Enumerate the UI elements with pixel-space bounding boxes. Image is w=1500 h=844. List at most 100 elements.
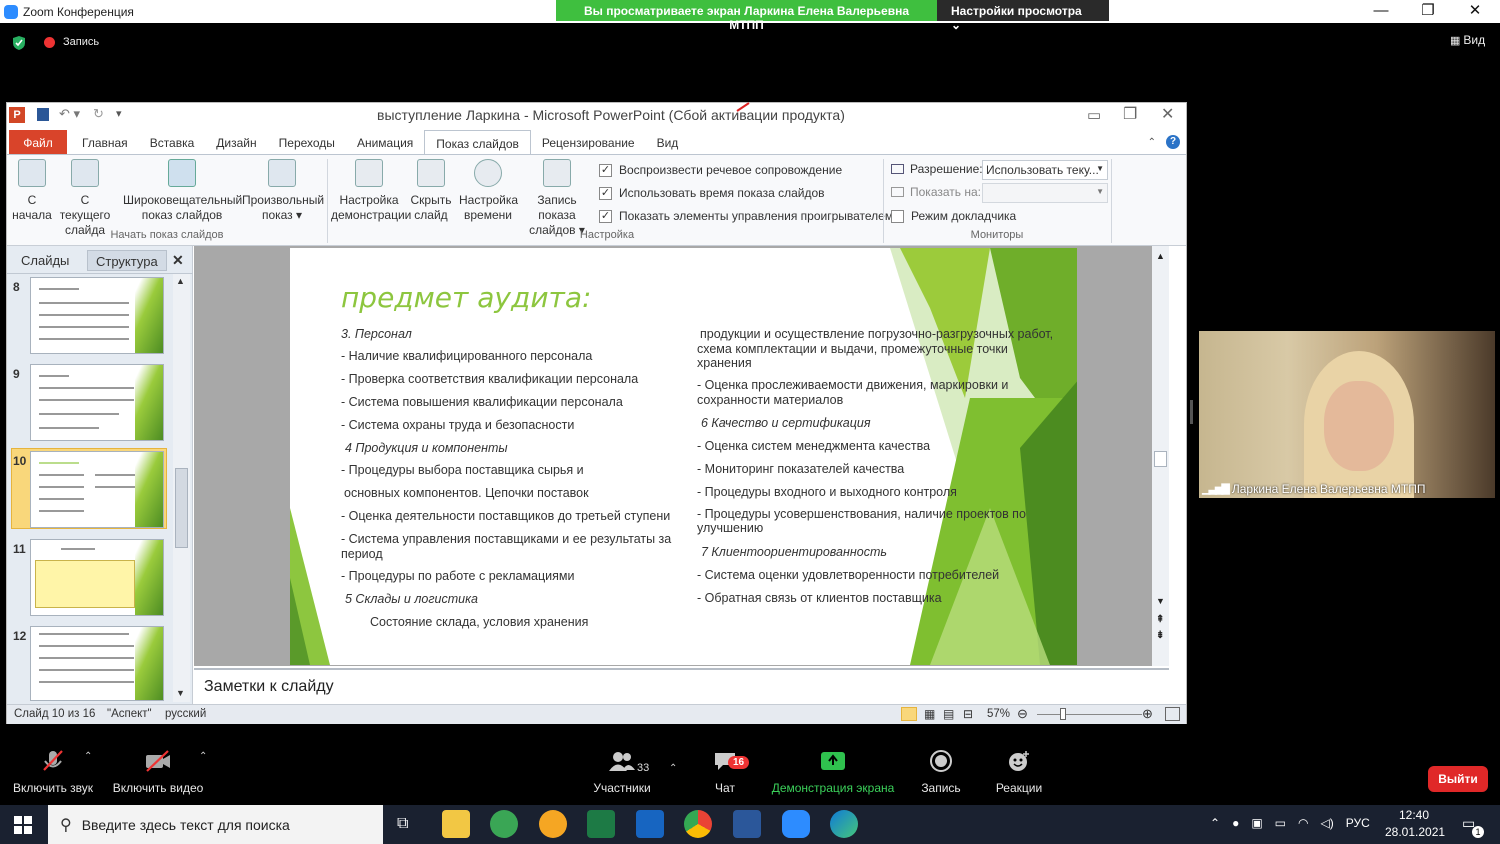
- checkbox-presenter-view[interactable]: Режим докладчика: [891, 209, 1016, 223]
- input-language[interactable]: РУС: [1346, 816, 1370, 830]
- from-current-button[interactable]: С текущего слайда: [54, 159, 116, 238]
- normal-view-icon[interactable]: [901, 707, 917, 721]
- slideshow-view-icon[interactable]: ⊟: [963, 707, 973, 721]
- scroll-down-icon[interactable]: ▼: [1156, 596, 1165, 606]
- wifi-icon[interactable]: ◠: [1298, 816, 1308, 830]
- 1c-icon[interactable]: [539, 810, 567, 838]
- zoom-taskbar-icon[interactable]: [782, 810, 810, 838]
- scroll-thumb[interactable]: [175, 468, 188, 548]
- chat-button[interactable]: Чат: [705, 747, 745, 795]
- tab-slideshow[interactable]: Показ слайдов: [424, 130, 531, 154]
- recording-indicator[interactable]: Запись: [44, 36, 99, 48]
- current-slide[interactable]: предмет аудита: 3. Персонал - Наличие кв…: [290, 248, 1077, 665]
- tab-file[interactable]: Файл: [9, 130, 67, 154]
- record-show-button[interactable]: Запись показа слайдов ▾: [519, 159, 595, 238]
- tab-design[interactable]: Дизайн: [205, 130, 267, 154]
- tab-slides[interactable]: Слайды: [13, 250, 77, 271]
- setup-show-button[interactable]: Настройка демонстрации: [331, 159, 411, 223]
- next-slide-icon[interactable]: ⇟: [1156, 630, 1164, 641]
- tab-review[interactable]: Рецензирование: [531, 130, 646, 154]
- chrome-icon[interactable]: [684, 810, 712, 838]
- ribbon-collapse-icon[interactable]: ⌃: [1148, 137, 1156, 148]
- resolution-dropdown[interactable]: Использовать теку... ▼: [982, 160, 1108, 180]
- tab-outline[interactable]: Структура: [87, 250, 167, 271]
- tab-transitions[interactable]: Переходы: [268, 130, 346, 154]
- maximize-button[interactable]: ❐: [1405, 0, 1451, 23]
- slide-thumbnail-9[interactable]: [30, 364, 164, 441]
- from-start-button[interactable]: С начала: [11, 159, 53, 223]
- qat-customize-icon[interactable]: ▾: [116, 107, 122, 120]
- mic-options-chevron-icon[interactable]: ⌃: [84, 751, 92, 762]
- undo-icon[interactable]: ↶ ▾: [59, 106, 80, 122]
- rehearse-timings-button[interactable]: Настройка времени: [459, 159, 518, 223]
- zoom-out-icon[interactable]: ⊖: [1017, 706, 1028, 722]
- checkbox-narration[interactable]: ✓ Воспроизвести речевое сопровождение: [599, 163, 842, 177]
- checkbox-timings[interactable]: ✓ Использовать время показа слайдов: [599, 186, 825, 200]
- tab-animation[interactable]: Анимация: [346, 130, 424, 154]
- edge-icon[interactable]: [830, 810, 858, 838]
- slide-sorter-icon[interactable]: ▦: [924, 707, 935, 721]
- show-on-dropdown[interactable]: ▼: [982, 183, 1108, 203]
- notes-pane[interactable]: Заметки к слайду: [194, 668, 1169, 703]
- broadcast-button[interactable]: Широковещательный показ слайдов: [123, 159, 242, 223]
- ppt-restore-button[interactable]: ❐: [1123, 104, 1137, 124]
- prev-slide-icon[interactable]: ⇞: [1156, 614, 1164, 625]
- fit-window-icon[interactable]: [1165, 707, 1180, 721]
- participant-video[interactable]: ▁▃▅▇ Ларкина Елена Валерьевна МТПП: [1199, 331, 1495, 498]
- taskbar-search[interactable]: ⚲ Введите здесь текст для поиска: [48, 805, 383, 844]
- share-screen-button[interactable]: Демонстрация экрана: [770, 747, 896, 795]
- windows-start-icon[interactable]: [14, 816, 32, 834]
- file-explorer-icon[interactable]: [442, 810, 470, 838]
- scroll-up-icon[interactable]: ▲: [176, 276, 185, 286]
- checkbox-controls[interactable]: ✓ Показать элементы управления проигрыват…: [599, 209, 893, 223]
- view-settings-button[interactable]: Настройки просмотра ⌄: [937, 0, 1109, 32]
- help-icon[interactable]: ?: [1166, 135, 1180, 149]
- task-view-icon[interactable]: ⧉: [397, 815, 408, 833]
- word-icon[interactable]: [733, 810, 761, 838]
- excel-icon[interactable]: [587, 810, 615, 838]
- battery-icon[interactable]: ▭: [1275, 816, 1286, 830]
- panel-scrollbar[interactable]: ▲ ▼: [173, 274, 190, 702]
- hide-slide-button[interactable]: Скрыть слайд: [409, 159, 453, 223]
- scroll-thumb[interactable]: [1154, 451, 1167, 467]
- redo-icon[interactable]: ↻: [93, 106, 104, 122]
- start-video-button[interactable]: Включить видео: [110, 747, 206, 795]
- zoom-level[interactable]: 57%: [987, 708, 1010, 720]
- minimize-button[interactable]: —: [1358, 0, 1404, 23]
- volume-icon[interactable]: ◁): [1320, 816, 1333, 830]
- custom-show-button[interactable]: Произвольный показ ▾: [242, 159, 324, 223]
- outlook-icon[interactable]: [636, 810, 664, 838]
- save-icon[interactable]: [37, 108, 49, 121]
- tray-chevron-icon[interactable]: ⌃: [1210, 816, 1220, 830]
- shield-icon[interactable]: [12, 35, 26, 51]
- zoom-slider[interactable]: [1037, 714, 1142, 715]
- slide-thumbnail-11[interactable]: [30, 539, 164, 616]
- clock[interactable]: 12:40 28.01.2021: [1385, 808, 1445, 839]
- reading-view-icon[interactable]: ▤: [943, 707, 954, 721]
- reactions-button[interactable]: Реакции: [990, 747, 1048, 795]
- close-panel-icon[interactable]: ✕: [172, 252, 184, 269]
- tray-display-icon[interactable]: ▣: [1251, 816, 1262, 830]
- browser-green-icon[interactable]: [490, 810, 518, 838]
- zoom-slider-thumb[interactable]: [1060, 708, 1066, 720]
- view-button[interactable]: ▦ Вид: [1450, 33, 1485, 47]
- slide-thumbnail-12[interactable]: [30, 626, 164, 701]
- participants-chevron-icon[interactable]: ⌃: [669, 763, 677, 774]
- tray-mic-icon[interactable]: ●: [1232, 816, 1239, 830]
- zoom-in-icon[interactable]: ⊕: [1142, 706, 1153, 722]
- scroll-down-icon[interactable]: ▼: [176, 688, 185, 698]
- tab-view[interactable]: Вид: [646, 130, 690, 154]
- slide-scrollbar[interactable]: ▲ ▼ ⇞ ⇟: [1152, 246, 1169, 666]
- record-button[interactable]: Запись: [912, 747, 970, 795]
- video-options-chevron-icon[interactable]: ⌃: [199, 751, 207, 762]
- ppt-close-button[interactable]: ✕: [1161, 104, 1174, 124]
- leave-button[interactable]: Выйти: [1428, 766, 1488, 792]
- slide-thumbnail-10[interactable]: [30, 451, 164, 528]
- tab-insert[interactable]: Вставка: [139, 130, 206, 154]
- ppt-minimize-button[interactable]: ▭: [1087, 106, 1101, 124]
- slide-thumbnail-8[interactable]: [30, 277, 164, 354]
- scroll-up-icon[interactable]: ▲: [1156, 251, 1165, 261]
- tab-home[interactable]: Главная: [71, 130, 139, 154]
- close-button[interactable]: ✕: [1452, 0, 1498, 23]
- split-handle[interactable]: [1190, 400, 1193, 424]
